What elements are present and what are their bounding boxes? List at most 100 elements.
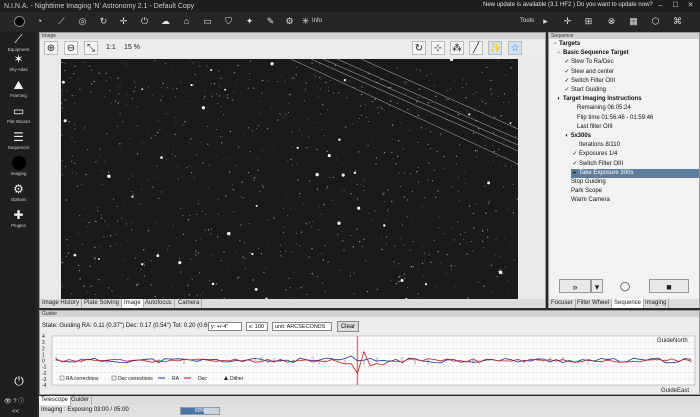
sequence-item[interactable]: ✓Slew To Ra/Dec	[563, 58, 613, 67]
sequence-panel: Sequence − Targets − Basic Sequence Target ✓…	[548, 32, 700, 308]
nav-item-flat-wizard[interactable]: ▭ Flat Wizard	[0, 104, 37, 130]
guider-icon[interactable]: ✛	[118, 16, 129, 27]
sequence-item[interactable]: Warm Camera	[563, 196, 610, 205]
y-tick-label: -2	[42, 371, 47, 377]
tab-autofocus[interactable]: Autofocus	[143, 299, 175, 308]
stop-sequence-button[interactable]: ■	[649, 279, 689, 293]
stretch-button[interactable]: ╱	[469, 41, 483, 55]
weather-icon[interactable]: ☁	[160, 16, 171, 27]
y-tick-label: -1	[42, 365, 47, 371]
nav-item-framing[interactable]: ⛰ Framing	[0, 78, 37, 104]
legend-label: RA	[172, 376, 180, 382]
x-range-select[interactable]: x: 100	[246, 322, 268, 331]
tool-1-icon[interactable]: ▸	[540, 16, 551, 27]
sequence-item[interactable]: Last filter OIII	[569, 123, 613, 132]
nav-item-sky-atlas[interactable]: ✶ Sky Atlas	[0, 52, 37, 78]
focuser-icon[interactable]: ◎	[77, 16, 88, 27]
zoom-out-button[interactable]: ⊖	[64, 41, 78, 55]
sequence-item[interactable]: ✓Slew and center	[563, 68, 614, 77]
sequence-item[interactable]: ✓Start Guiding	[563, 86, 606, 95]
tool-7-icon[interactable]: ⌘	[672, 16, 683, 27]
sequence-item[interactable]: Flip time 01:56:46 - 01:59:46	[569, 114, 653, 123]
tools-label[interactable]: Tools	[520, 18, 534, 24]
tool-3-icon[interactable]: ⊞	[583, 16, 594, 27]
progress-ring-icon: ◯	[619, 281, 631, 291]
star-detect-button[interactable]: ☆	[508, 41, 522, 55]
tab-imaging[interactable]: Imaging	[643, 299, 670, 308]
sequence-item-label: Targets	[559, 41, 581, 47]
tab-plate-solving[interactable]: Plate Solving	[82, 299, 123, 308]
update-notice[interactable]: New update is available (3.1 HF2 ) Do yo…	[483, 2, 653, 8]
info-icon[interactable]: ✳	[300, 16, 311, 27]
sequence-item[interactable]: − Basic Sequence Target	[555, 49, 628, 58]
sequence-item-status-icon: ✓	[572, 160, 578, 167]
sequence-item-label: Park Scope	[571, 188, 603, 195]
nav-item-plugins[interactable]: ✚ Plugins	[0, 208, 37, 234]
tool-5-icon[interactable]: ▦	[628, 16, 639, 27]
tab-camera[interactable]: Camera	[176, 299, 203, 308]
power-icon[interactable]: ⏻	[12, 374, 26, 388]
crosshair-button[interactable]: ⊹	[431, 41, 445, 55]
safety-monitor-icon[interactable]: ⛉	[223, 16, 234, 27]
close-button[interactable]: ✕	[686, 1, 695, 10]
nav-item-options[interactable]: ⚙ Options	[0, 182, 37, 208]
sequence-item[interactable]: − Targets	[551, 40, 580, 49]
tab-image-history[interactable]: Image History	[40, 299, 83, 308]
sequence-item[interactable]: ▸ Take Exposure 300s	[571, 168, 699, 178]
star-field-image[interactable]	[61, 59, 518, 301]
plugin-icon[interactable]: ✦	[244, 16, 255, 27]
tab-focuser[interactable]: Focuser	[549, 299, 576, 308]
filter-wheel-icon[interactable]: ◔	[34, 16, 45, 27]
tab-image[interactable]: Image	[122, 299, 144, 308]
sequence-item-label: 5x300s	[571, 133, 592, 139]
zoom-in-button[interactable]: ⊕	[44, 41, 58, 55]
one-to-one-button[interactable]: 1:1	[106, 44, 116, 51]
tool-4-icon[interactable]: ⊗	[606, 16, 617, 27]
dome-icon[interactable]: ⌂	[181, 16, 192, 27]
equipment-icon[interactable]: ⚙	[284, 16, 295, 27]
rotate-button[interactable]: ↻	[412, 41, 426, 55]
clear-button[interactable]: Clear	[337, 321, 359, 332]
sequence-item[interactable]: Stop Guiding	[563, 178, 606, 187]
tab-filter-wheel[interactable]: Filter Wheel	[575, 299, 613, 308]
tab-telescope[interactable]: Telescope	[39, 396, 72, 405]
sequence-item[interactable]: Park Scope	[563, 187, 602, 196]
fit-button[interactable]: ⤡	[84, 41, 98, 55]
sequence-item[interactable]: ◐ Target Imaging Instructions	[555, 95, 641, 104]
nav-item-sequencer[interactable]: ☰ Sequencer	[0, 130, 37, 156]
info-label[interactable]: Info	[312, 18, 322, 24]
sequence-item[interactable]: Iterations 8/110	[571, 141, 620, 150]
collapse-nav-button[interactable]: <<	[12, 409, 19, 415]
nav-label: Sequencer	[7, 145, 30, 150]
sequence-item[interactable]: ✓Switch Filter OIII	[563, 77, 615, 86]
tab-sequence[interactable]: Sequence	[612, 299, 645, 308]
notes-icon[interactable]: ✎	[265, 16, 276, 27]
tool-2-icon[interactable]: ✛	[562, 16, 573, 27]
tab-guider[interactable]: Guider	[69, 396, 93, 405]
start-sequence-button[interactable]: »	[559, 279, 591, 293]
rotator-icon[interactable]: ↻	[98, 16, 109, 27]
wand-button[interactable]: ✨	[488, 41, 502, 55]
maximize-button[interactable]: ☐	[671, 1, 680, 10]
telescope-icon[interactable]: ⟋	[56, 16, 67, 27]
sequence-item-status-icon: ▸	[573, 169, 577, 176]
camera-status-icon[interactable]	[14, 16, 25, 27]
switch-icon[interactable]: ⏻	[139, 16, 150, 27]
unit-select[interactable]: unit: ARCSECONDS	[272, 322, 332, 331]
sequence-item[interactable]: ✓Exposures 1/4	[571, 150, 617, 159]
minimize-button[interactable]: –	[656, 1, 665, 10]
nav-item-imaging[interactable]: Imaging	[0, 156, 37, 182]
tool-6-icon[interactable]: ⬡	[650, 16, 661, 27]
bottom-nav-icons[interactable]: 👁 ? ⓘ	[4, 396, 24, 405]
sequence-item[interactable]: Remaining 06:05:24	[569, 104, 631, 113]
flat-panel-icon[interactable]: ▭	[202, 16, 213, 27]
grid-button[interactable]: ⁂	[450, 41, 464, 55]
guide-graph: 43210-1-2-3-4 GuideNorth GuideEast RA corre…	[42, 334, 696, 393]
sequence-item[interactable]: ◐ 5x300s	[563, 132, 591, 141]
y-scale-select[interactable]: y: +/-4"	[208, 322, 242, 331]
sequence-item-label: Switch Filter OIII	[579, 160, 624, 167]
sequence-dropdown-button[interactable]: ▾	[591, 279, 603, 293]
sequence-item-status-icon: ◐	[565, 133, 569, 139]
sequence-item[interactable]: ✓Switch Filter OIII	[571, 160, 623, 169]
sequence-panel-header: Sequence	[549, 33, 699, 39]
